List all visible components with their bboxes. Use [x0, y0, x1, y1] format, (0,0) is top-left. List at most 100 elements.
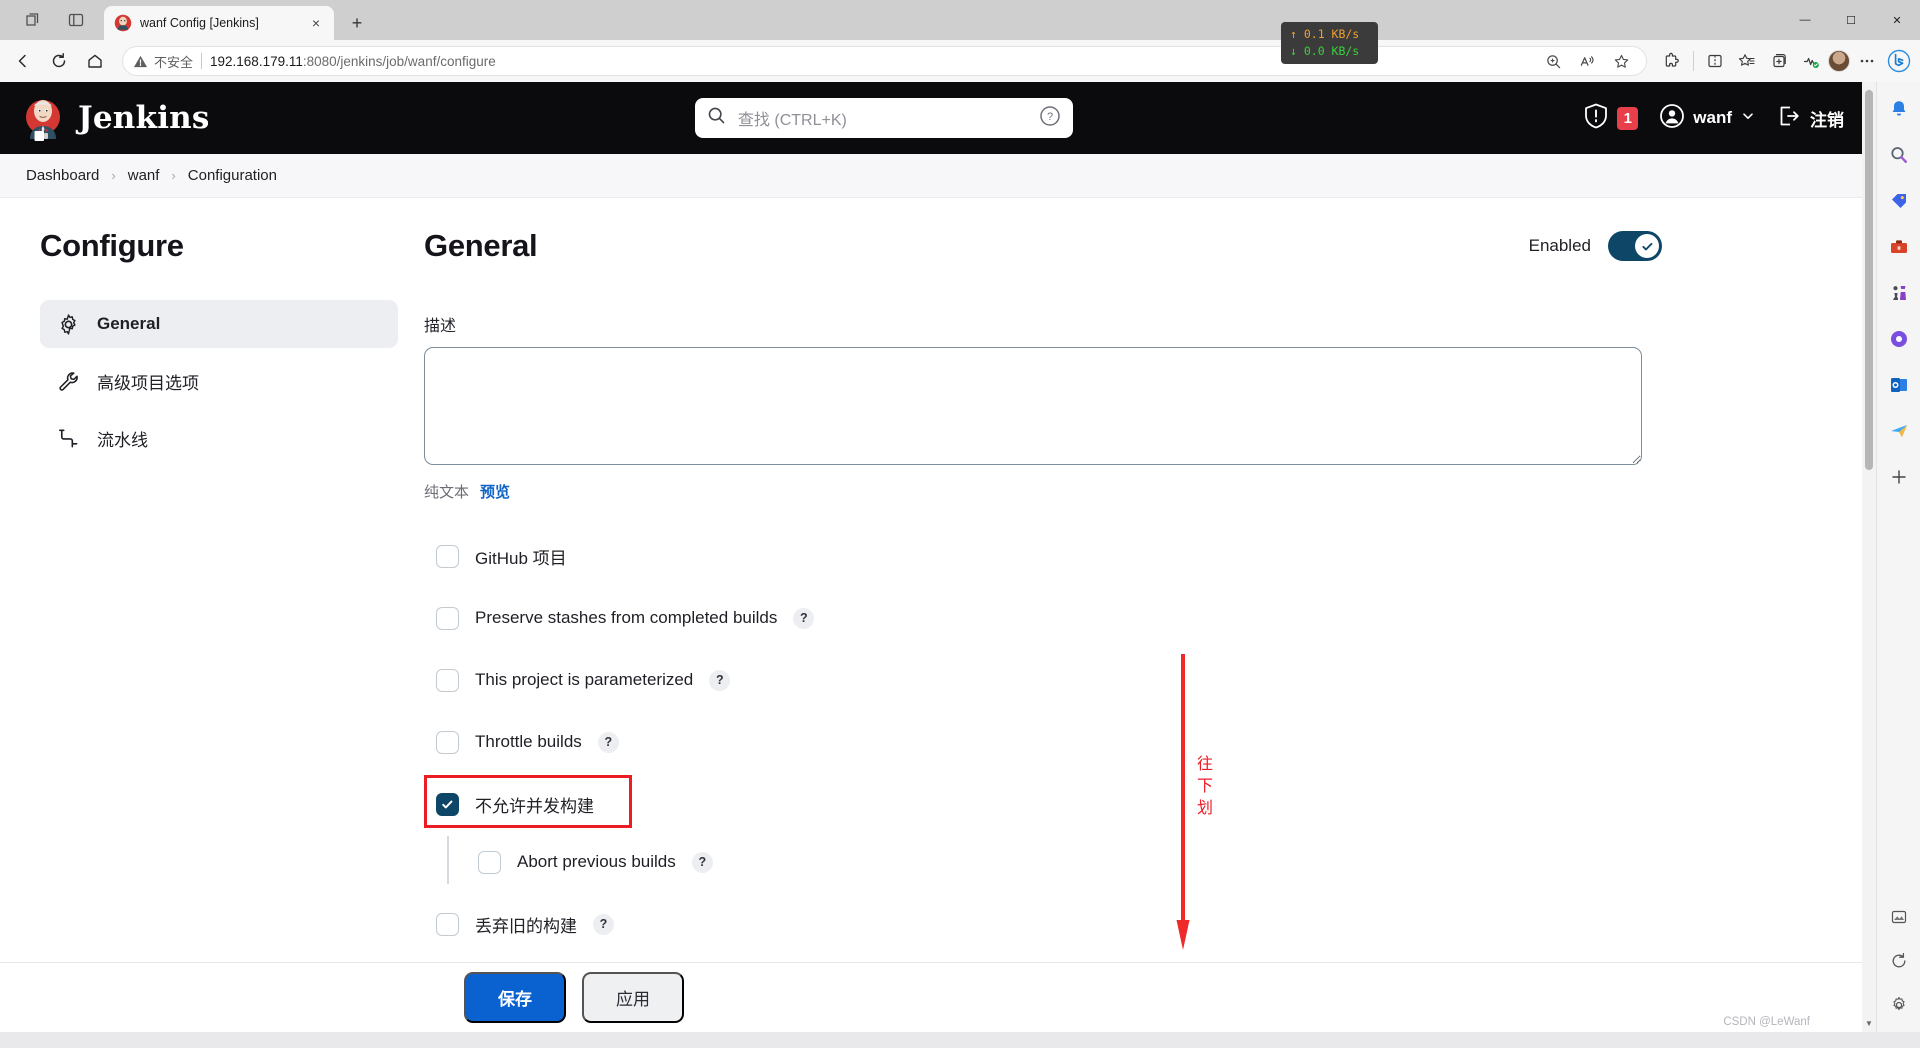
configure-body: Configure General 高级项目选项 流水线 General Ena…	[0, 198, 1862, 1032]
office-icon[interactable]	[1886, 326, 1912, 352]
pipeline-icon	[56, 426, 80, 450]
outlook-icon[interactable]	[1886, 372, 1912, 398]
browser-essentials-icon[interactable]	[1796, 46, 1826, 76]
back-arrow-icon[interactable]	[6, 44, 40, 78]
image-editor-icon[interactable]	[1886, 904, 1912, 930]
url-text: 192.168.179.11:8080/jenkins/job/wanf/con…	[210, 54, 496, 69]
apply-button[interactable]: 应用	[582, 972, 684, 1023]
breadcrumb-item-wanf[interactable]: wanf	[128, 167, 160, 184]
profile-avatar[interactable]	[1828, 50, 1850, 72]
zoom-icon[interactable]	[1538, 46, 1568, 76]
logout-button[interactable]: 注销	[1777, 104, 1844, 133]
help-icon-abort-previous-builds[interactable]: ?	[691, 851, 713, 873]
checkbox-no-concurrent-builds[interactable]	[436, 792, 459, 816]
help-icon-throttle-builds[interactable]: ?	[597, 731, 619, 753]
breadcrumb-item-dashboard[interactable]: Dashboard	[26, 167, 99, 184]
checkbox-parameterized[interactable]	[436, 668, 459, 692]
close-icon[interactable]: ×	[306, 13, 326, 33]
shopping-tag-icon[interactable]	[1886, 188, 1912, 214]
search-help-icon[interactable]: ?	[1039, 105, 1061, 132]
search-icon[interactable]	[1886, 142, 1912, 168]
extensions-icon[interactable]	[1657, 46, 1687, 76]
read-aloud-icon[interactable]	[1572, 46, 1602, 76]
send-plane-icon[interactable]	[1886, 418, 1912, 444]
checkbox-row-throttle-builds[interactable]: Throttle builds ?	[424, 720, 1662, 764]
save-button[interactable]: 保存	[464, 972, 566, 1023]
edge-sidebar-bottom	[1886, 904, 1912, 1032]
search-placeholder: 查找 (CTRL+K)	[737, 112, 847, 129]
favorites-list-icon[interactable]	[1732, 46, 1762, 76]
checkbox-label-discard-old-builds: 丢弃旧的构建	[475, 916, 577, 936]
help-icon-parameterized[interactable]: ?	[709, 669, 731, 691]
settings-gear-icon[interactable]	[1886, 992, 1912, 1018]
logout-label: 注销	[1810, 110, 1844, 130]
bing-copilot-icon[interactable]	[1884, 46, 1914, 76]
favorite-star-icon[interactable]	[1606, 46, 1636, 76]
refresh-icon[interactable]	[42, 44, 76, 78]
chevron-right-icon-2: ›	[171, 168, 176, 183]
tools-briefcase-icon[interactable]	[1886, 234, 1912, 260]
checkbox-row-discard-old-builds[interactable]: 丢弃旧的构建 ?	[424, 902, 1662, 946]
not-secure-indicator[interactable]: 不安全	[133, 52, 193, 71]
help-icon-preserve-stashes[interactable]: ?	[793, 607, 815, 629]
checkbox-github-project[interactable]	[436, 544, 459, 568]
maximize-icon[interactable]: ☐	[1828, 0, 1874, 40]
help-icon-discard-old-builds[interactable]: ?	[593, 913, 614, 935]
user-avatar-icon	[1660, 103, 1685, 133]
navigation-bar: 不安全 192.168.179.11:8080/jenkins/job/wanf…	[0, 40, 1920, 82]
window-close-icon[interactable]: ✕	[1874, 0, 1920, 40]
checkbox-label-github-project: GitHub 项目	[475, 548, 567, 568]
breadcrumb-item-configuration[interactable]: Configuration	[188, 167, 277, 184]
jenkins-header: Jenkins 查找 (CTRL+K) ? 1 wanf 注销	[0, 82, 1862, 154]
settings-more-icon[interactable]	[1852, 46, 1882, 76]
checkbox-label-preserve-stashes: Preserve stashes from completed builds	[475, 608, 778, 627]
split-pane-icon[interactable]	[54, 0, 98, 40]
checkbox-row-parameterized[interactable]: This project is parameterized ?	[424, 658, 1662, 702]
sidebar-item-general[interactable]: General	[40, 300, 398, 348]
checkbox-abort-previous-builds[interactable]	[478, 850, 501, 874]
checkbox-discard-old-builds[interactable]	[436, 912, 459, 936]
new-tab-button[interactable]: +	[342, 8, 372, 38]
enabled-toggle[interactable]	[1608, 231, 1662, 261]
browser-tab[interactable]: wanf Config [Jenkins] ×	[104, 6, 334, 40]
tab-actions-icon[interactable]	[10, 0, 54, 40]
games-icon[interactable]	[1886, 280, 1912, 306]
minimize-icon[interactable]: —	[1782, 0, 1828, 40]
checkbox-row-no-concurrent-builds[interactable]: 不允许并发构建	[424, 775, 1662, 828]
add-app-icon[interactable]	[1886, 464, 1912, 490]
sidebar-item-pipeline[interactable]: 流水线	[40, 414, 398, 462]
checkbox-preserve-stashes[interactable]	[436, 606, 459, 630]
omnibox-divider	[201, 53, 203, 69]
page-scrollbar[interactable]: ▲ ▼	[1862, 82, 1876, 1032]
annotation-arrow-icon	[1176, 654, 1190, 954]
scrollbar-thumb[interactable]	[1865, 90, 1873, 470]
split-screen-icon[interactable]	[1700, 46, 1730, 76]
description-preview-link[interactable]: 预览	[480, 481, 510, 502]
jenkins-page: Jenkins 查找 (CTRL+K) ? 1 wanf 注销 Dashboar…	[0, 82, 1862, 1032]
search-input[interactable]: 查找 (CTRL+K) ?	[694, 98, 1073, 138]
alert-count-badge: 1	[1617, 106, 1639, 130]
sidebar-item-advanced-options[interactable]: 高级项目选项	[40, 357, 398, 405]
collections-icon[interactable]	[1764, 46, 1794, 76]
configure-sidebar: Configure General 高级项目选项 流水线	[0, 228, 424, 1032]
user-menu[interactable]: wanf	[1660, 103, 1755, 133]
upload-speed: ↑ 0.1 KB/s	[1290, 26, 1360, 41]
description-textarea[interactable]	[424, 347, 1642, 465]
home-icon[interactable]	[78, 44, 112, 78]
toolbar-divider	[1693, 51, 1694, 71]
address-bar[interactable]: 不安全 192.168.179.11:8080/jenkins/job/wanf…	[122, 46, 1647, 76]
security-label: 不安全	[154, 54, 194, 70]
alerts-button[interactable]: 1	[1584, 103, 1639, 134]
checkbox-row-preserve-stashes[interactable]: Preserve stashes from completed builds ?	[424, 596, 1662, 640]
checkbox-row-github-project[interactable]: GitHub 项目	[424, 534, 1662, 578]
notification-bell-icon[interactable]	[1886, 96, 1912, 122]
scroll-down-arrow-icon[interactable]: ▼	[1862, 1016, 1876, 1030]
chevron-down-icon	[1741, 108, 1755, 128]
history-loop-icon[interactable]	[1886, 948, 1912, 974]
checkbox-throttle-builds[interactable]	[436, 730, 459, 754]
jenkins-logo-link[interactable]: Jenkins	[22, 95, 210, 141]
user-name: wanf	[1693, 108, 1732, 127]
checkbox-label-throttle-builds: Throttle builds	[475, 732, 582, 751]
enabled-label: Enabled	[1528, 236, 1591, 255]
checkbox-row-abort-previous-builds[interactable]: Abort previous builds ?	[424, 836, 1662, 884]
